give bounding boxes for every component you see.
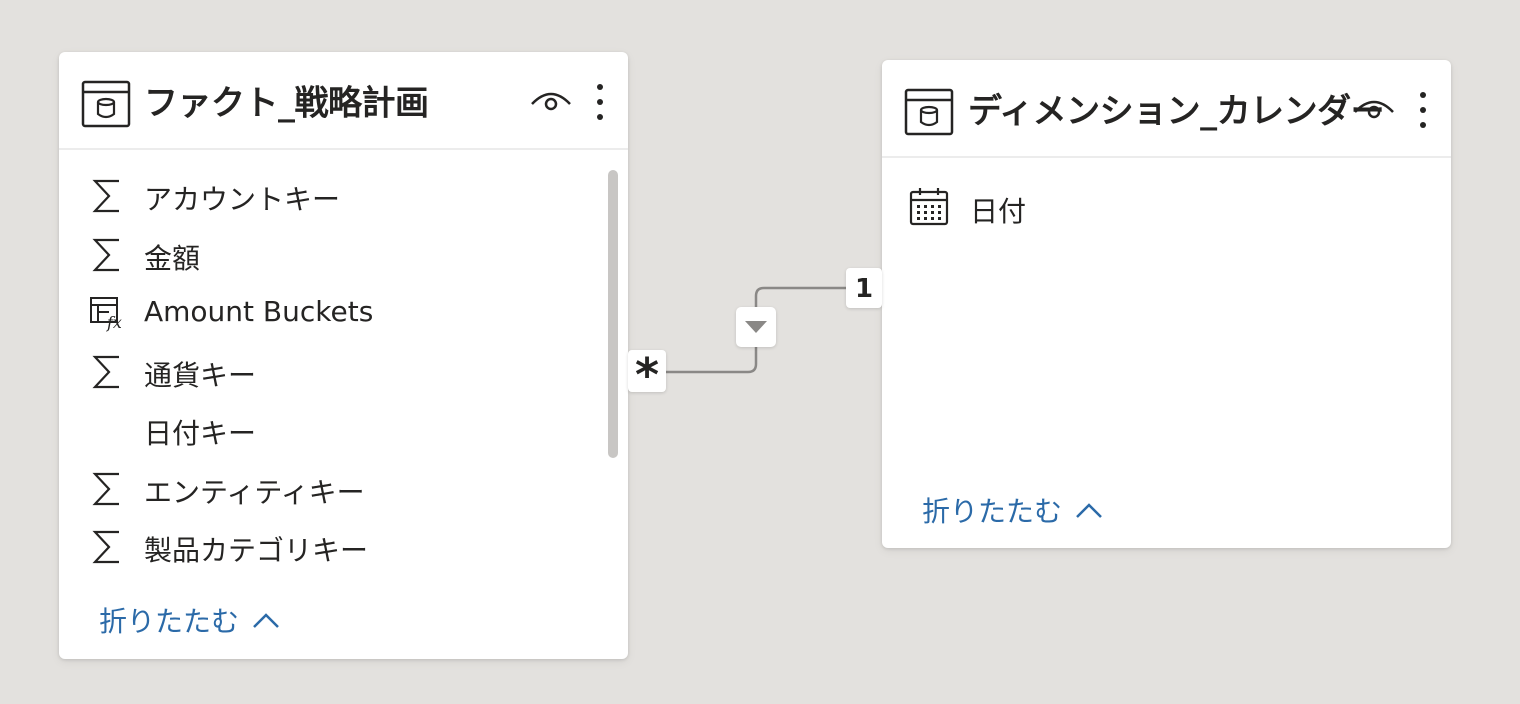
- field-row[interactable]: アカウントキー: [59, 170, 628, 229]
- field-row[interactable]: 製品カテゴリキー: [59, 521, 628, 580]
- calendar-icon: [909, 188, 949, 226]
- more-options-icon[interactable]: [1416, 90, 1430, 130]
- sigma-icon: [92, 530, 119, 564]
- field-row[interactable]: fx Amount Buckets: [59, 287, 628, 346]
- calculated-column-icon: fx: [90, 297, 122, 332]
- field-row[interactable]: エンティティキー: [59, 463, 628, 522]
- eye-icon[interactable]: [529, 86, 573, 116]
- chevron-up-icon: [1076, 503, 1102, 518]
- sigma-icon: [92, 355, 119, 388]
- eye-icon[interactable]: [1352, 94, 1396, 124]
- cardinality-one-label[interactable]: 1: [846, 268, 882, 308]
- cardinality-many-label[interactable]: *: [628, 350, 666, 400]
- sigma-icon: [92, 238, 119, 271]
- field-row[interactable]: 金額: [59, 229, 628, 288]
- field-label: 金額: [144, 241, 201, 275]
- table-card-header: ディメンション_カレンダー: [882, 60, 1451, 158]
- table-card-fact[interactable]: ファクト_戦略計画 アカウントキー 金額 fx Amount Buckets 通…: [59, 52, 628, 659]
- more-options-icon[interactable]: [593, 82, 607, 122]
- scrollbar[interactable]: [608, 170, 618, 458]
- field-label: 製品カテゴリキー: [144, 534, 369, 567]
- field-label: 通貨キー: [144, 358, 257, 392]
- collapse-link[interactable]: 折りたたむ: [922, 490, 1104, 530]
- table-title: ディメンション_カレンダー: [968, 91, 1385, 132]
- table-icon: [81, 80, 131, 128]
- field-list: アカウントキー 金額 fx Amount Buckets 通貨キー 日付キー エ…: [59, 170, 628, 580]
- field-row[interactable]: 日付キー: [59, 404, 628, 463]
- table-card-header: ファクト_戦略計画: [59, 52, 628, 150]
- field-row[interactable]: 日付: [882, 184, 1451, 243]
- collapse-link[interactable]: 折りたたむ: [99, 600, 281, 640]
- sigma-icon: [92, 179, 119, 213]
- sigma-icon: [92, 472, 119, 505]
- table-card-dimension[interactable]: ディメンション_カレンダー 日付 折りたたむ: [882, 60, 1451, 548]
- collapse-label: 折りたたむ: [922, 495, 1063, 528]
- triangle-down-icon: [745, 321, 767, 333]
- collapse-label: 折りたたむ: [99, 605, 240, 638]
- field-label: アカウントキー: [144, 183, 341, 216]
- field-label: 日付キー: [144, 417, 257, 450]
- svg-text:fx: fx: [106, 313, 122, 332]
- cross-filter-direction-button[interactable]: [736, 307, 776, 347]
- table-icon: [904, 88, 954, 136]
- field-label: 日付: [970, 195, 1027, 228]
- field-list: 日付: [882, 184, 1451, 243]
- table-title: ファクト_戦略計画: [144, 83, 429, 124]
- field-label: エンティティキー: [144, 475, 365, 509]
- field-label: Amount Buckets: [144, 295, 374, 328]
- chevron-up-icon: [253, 613, 279, 628]
- field-row[interactable]: 通貨キー: [59, 346, 628, 405]
